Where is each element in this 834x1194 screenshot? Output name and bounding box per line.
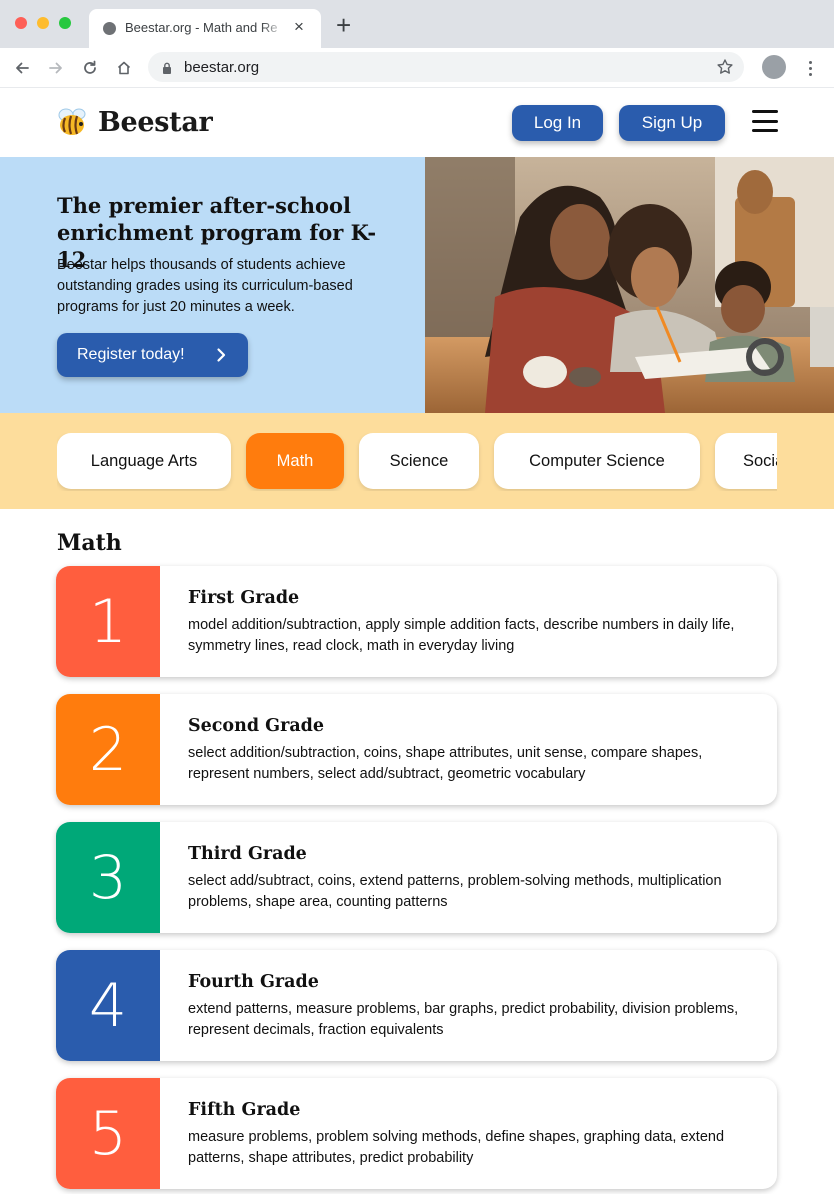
site-header: Beestar Log In Sign Up [0,88,834,157]
grade-card[interactable]: 2 Second Grade select addition/subtracti… [56,694,777,805]
forward-arrow-icon[interactable] [44,56,68,80]
grade-card[interactable]: 1 First Grade model addition/subtraction… [56,566,777,677]
browser-toolbar: beestar.org [0,48,834,88]
tab-science[interactable]: Science [359,433,479,489]
address-bar[interactable]: beestar.org [148,52,744,82]
grade-title: Third Grade [188,844,307,864]
grade-card[interactable]: 4 Fourth Grade extend patterns, measure … [56,950,777,1061]
tab-math[interactable]: Math [246,433,344,489]
minimize-window-button[interactable] [37,17,49,29]
lock-icon [162,61,172,79]
reload-icon[interactable] [78,56,102,80]
grade-title: Fourth Grade [188,972,319,992]
bookmark-star-icon[interactable] [716,58,734,81]
grade-card[interactable]: 3 Third Grade select add/subtract, coins… [56,822,777,933]
subject-tab-track: Language Arts Math Science Computer Scie… [57,433,777,491]
home-icon[interactable] [112,56,136,80]
grade-number: 5 [56,1078,160,1189]
browser-menu-icon[interactable] [806,56,814,80]
grade-description: extend patterns, measure problems, bar g… [188,1001,739,1038]
register-button-label: Register today! [77,346,185,363]
bee-logo-icon[interactable] [56,106,90,138]
login-button[interactable]: Log In [512,105,603,141]
grade-title: First Grade [188,588,300,608]
url-text: beestar.org [184,59,260,76]
register-button[interactable]: Register today! [57,333,248,377]
grade-number: 2 [56,694,160,805]
grade-description: select addition/subtraction, coins, shap… [188,745,703,782]
favicon-icon [103,22,116,35]
signup-button[interactable]: Sign Up [619,105,725,141]
tab-social-studies[interactable]: Social Studies [715,433,777,489]
grade-number: 4 [56,950,160,1061]
hamburger-menu-icon[interactable] [752,110,778,132]
logo-text[interactable]: Beestar [98,107,213,138]
browser-tab-strip: Beestar.org - Math and Re × + [0,0,834,48]
tab-language-arts[interactable]: Language Arts [57,433,231,489]
hero-description: Beestar helps thousands of students achi… [57,257,353,315]
chevron-right-icon [216,347,226,368]
tab-close-icon[interactable]: × [294,17,304,37]
back-arrow-icon[interactable] [10,56,34,80]
grade-description: model addition/subtraction, apply simple… [188,617,735,654]
grade-number: 3 [56,822,160,933]
grade-description: select add/subtract, coins, extend patte… [188,873,722,910]
grade-description: measure problems, problem solving method… [188,1129,725,1166]
new-tab-button[interactable]: + [336,12,351,38]
tab-computer-science[interactable]: Computer Science [494,433,700,489]
subject-tab-bar: Language Arts Math Science Computer Scie… [0,413,834,509]
grade-card[interactable]: 5 Fifth Grade measure problems, problem … [56,1078,777,1189]
grade-number: 1 [56,566,160,677]
grade-title: Second Grade [188,716,325,736]
profile-avatar[interactable] [762,55,786,79]
hero-photo [425,157,834,413]
section-title: Math [57,530,122,556]
maximize-window-button[interactable] [59,17,71,29]
browser-tab[interactable]: Beestar.org - Math and Re × [89,9,321,48]
grade-title: Fifth Grade [188,1100,301,1120]
close-window-button[interactable] [15,17,27,29]
hero-banner: The premier after-school enrichment prog… [0,157,834,413]
tab-title: Beestar.org - Math and Re [125,20,285,35]
